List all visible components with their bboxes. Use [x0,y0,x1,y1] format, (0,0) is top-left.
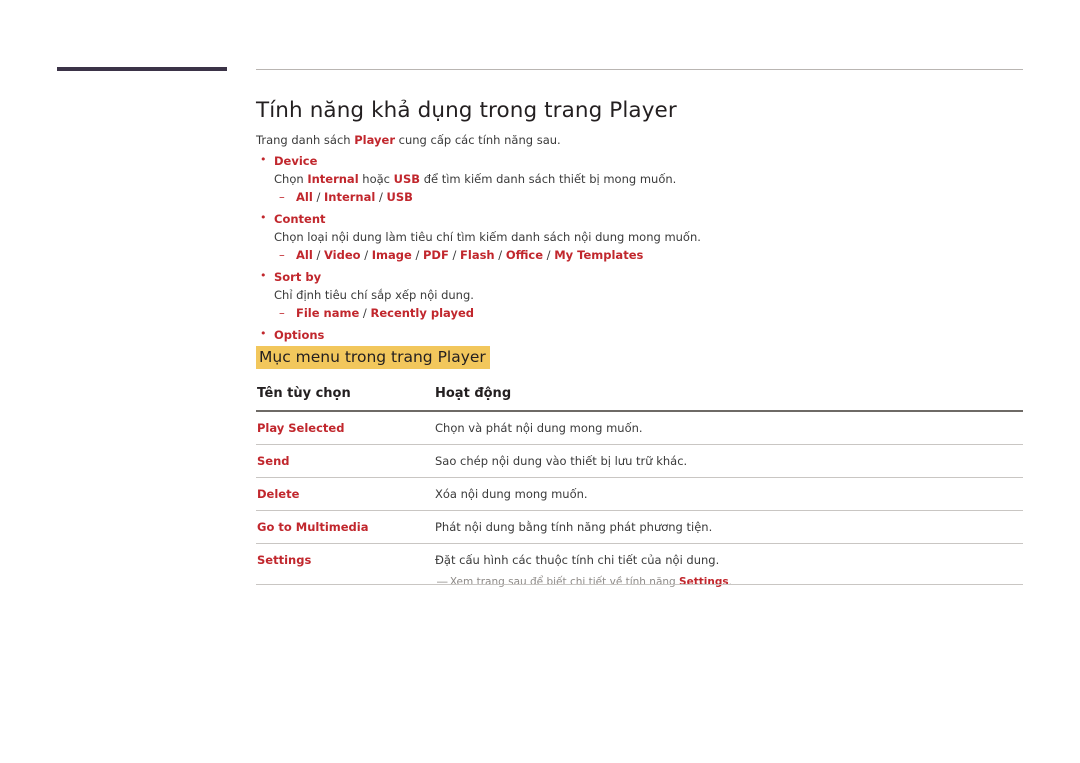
table-row: Send Sao chép nội dung vào thiết bị lưu … [256,444,1023,478]
table-bottom-rule [256,584,1023,585]
table-row: Play Selected Chọn và phát nội dung mong… [256,411,1023,445]
table-cell-option: Go to Multimedia [256,510,435,544]
list-item: Content Chọn loại nội dung làm tiêu chí … [256,210,1023,263]
note-keyword-settings: Settings [679,576,729,588]
table-cell-action: Chọn và phát nội dung mong muốn. [435,411,1023,445]
list-item: Device Chọn Internal hoặc USB để tìm kiế… [256,152,1023,205]
table-cell-option: Send [256,444,435,478]
header-rule-right [256,69,1023,70]
table-header-option: Tên tùy chọn [256,386,435,412]
table-header-action: Hoạt động [435,386,1023,412]
bullet-desc-device: Chọn Internal hoặc USB để tìm kiếm danh … [274,171,1023,188]
desc-keyword-usb: USB [393,172,421,186]
table-row: Go to Multimedia Phát nội dung bằng tính… [256,510,1023,544]
settings-note: ― Xem trang sau để biết chi tiết về tính… [435,576,1023,588]
note-text-before: Xem trang sau để biết chi tiết về tính n… [446,576,680,588]
bullet-head-content: Content [274,212,326,226]
bullet-sub-content: All / Video / Image / PDF / Flash / Offi… [274,247,1023,263]
table-cell-action: Sao chép nội dung vào thiết bị lưu trữ k… [435,444,1023,478]
table-cell-action: Phát nội dung bằng tính năng phát phương… [435,510,1023,544]
table-cell-action: Đặt cấu hình các thuộc tính chi tiết của… [435,544,1023,598]
bullet-head-options: Options [274,328,325,342]
header-rule-left [57,67,227,71]
note-text-after: . [728,576,732,588]
feature-list: Device Chọn Internal hoặc USB để tìm kiế… [256,152,1023,343]
bullet-head-device: Device [274,154,318,168]
table-header-row: Tên tùy chọn Hoạt động [256,386,1023,412]
document-page: Tính năng khả dụng trong trang Player Tr… [0,0,1080,763]
list-item: Options [256,326,1023,343]
desc-text-3: để tìm kiếm danh sách thiết bị mong muốn… [420,172,677,186]
bullet-sub-device: All / Internal / USB [274,189,1023,205]
bullet-sub-sort-by: File name / Recently played [274,305,1023,321]
intro-paragraph: Trang danh sách Player cung cấp các tính… [256,133,561,147]
table-cell-option: Delete [256,477,435,511]
intro-text-after: cung cấp các tính năng sau. [395,133,561,147]
table-cell-option: Play Selected [256,411,435,445]
table-cell-action-text: Đặt cấu hình các thuộc tính chi tiết của… [435,553,720,567]
desc-text-2: hoặc [358,172,394,186]
note-dash: ― [437,576,447,588]
bullet-head-sort-by: Sort by [274,270,322,284]
table-row: Delete Xóa nội dung mong muốn. [256,477,1023,511]
bullet-desc-sort-by: Chỉ định tiêu chí sắp xếp nội dung. [274,288,474,302]
desc-text-1: Chọn [274,172,308,186]
bullet-desc-content: Chọn loại nội dung làm tiêu chí tìm kiếm… [274,230,701,244]
table-cell-option: Settings [257,553,312,567]
desc-keyword-internal: Internal [307,172,359,186]
intro-text-before: Trang danh sách [256,133,355,147]
table-cell-action: Xóa nội dung mong muốn. [435,477,1023,511]
table-row: Settings Đặt cấu hình các thuộc tính chi… [256,544,1023,598]
section-heading: Mục menu trong trang Player [256,346,490,369]
list-item: Sort by Chỉ định tiêu chí sắp xếp nội du… [256,268,1023,321]
menu-items-table: Tên tùy chọn Hoạt động Play Selected Chọ… [256,386,1023,597]
intro-keyword-player: Player [354,133,395,147]
page-title: Tính năng khả dụng trong trang Player [256,98,677,123]
